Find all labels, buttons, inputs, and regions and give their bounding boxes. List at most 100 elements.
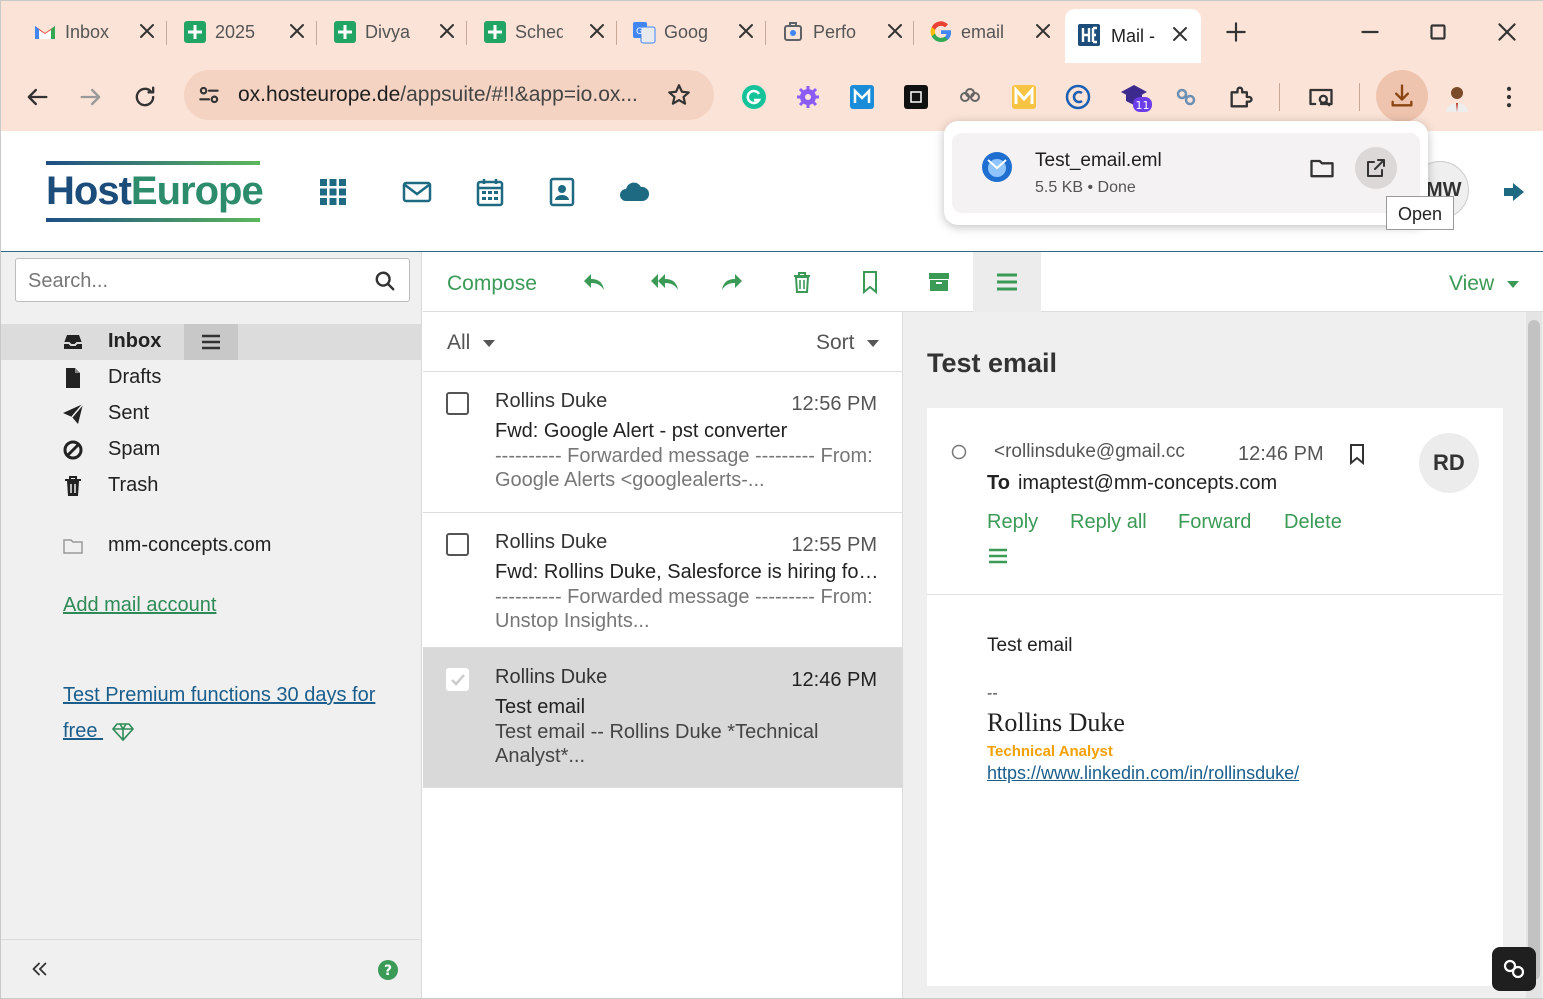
reading-pane-scrollbar[interactable] xyxy=(1526,312,1542,998)
graduation-extension-icon[interactable]: 11 xyxy=(1119,81,1153,115)
sender-address[interactable]: <rollinsduke@gmail.cc xyxy=(994,441,1190,463)
tab-performance[interactable]: Perfo xyxy=(781,12,902,52)
folder-label: mm-concepts.com xyxy=(108,534,272,556)
search-input[interactable]: Search... xyxy=(15,258,410,302)
calendar-app-icon[interactable] xyxy=(475,177,505,207)
m-extension-icon[interactable] xyxy=(849,84,875,110)
close-icon[interactable] xyxy=(735,20,757,42)
tab-sheet-2025[interactable]: 2025 xyxy=(183,12,304,52)
site-settings-icon[interactable] xyxy=(196,82,222,108)
message-checkbox[interactable] xyxy=(446,533,469,556)
bookmark-star-icon[interactable] xyxy=(666,82,692,108)
folder-trash[interactable]: Trash xyxy=(1,468,422,504)
open-file-button[interactable] xyxy=(1355,147,1397,189)
grammarly-icon[interactable] xyxy=(741,84,767,110)
delete-icon[interactable] xyxy=(789,269,815,295)
collapse-sidebar-icon[interactable] xyxy=(28,958,50,980)
help-icon[interactable]: ? xyxy=(377,959,399,981)
tab-google-search-email[interactable]: email xyxy=(929,12,1050,52)
browser-menu-icon[interactable] xyxy=(1495,83,1523,111)
folder-spam[interactable]: Spam xyxy=(1,432,422,468)
tab-hosteurope-mail[interactable]: Mail - xyxy=(1065,9,1201,63)
folder-sent[interactable]: Sent xyxy=(1,396,422,432)
close-icon[interactable] xyxy=(1032,20,1054,42)
mail-app-icon[interactable] xyxy=(402,177,432,207)
forward-mail-icon[interactable] xyxy=(719,269,745,295)
close-icon[interactable] xyxy=(286,20,308,42)
chain-extension-icon[interactable] xyxy=(957,84,983,110)
reply-all-icon[interactable] xyxy=(650,269,680,295)
flag-bookmark-icon[interactable] xyxy=(857,269,883,295)
hosteurope-logo[interactable]: HostEurope xyxy=(46,161,264,223)
add-mail-account-link[interactable]: Add mail account xyxy=(63,594,216,617)
folder-inbox[interactable]: Inbox xyxy=(1,324,422,360)
c-extension-icon[interactable] xyxy=(1065,84,1091,110)
logout-icon[interactable] xyxy=(1500,178,1528,206)
tab-sheet-divya[interactable]: Divya xyxy=(333,12,454,52)
filter-dropdown[interactable]: All xyxy=(447,331,496,355)
profile-avatar[interactable] xyxy=(1441,81,1473,113)
close-icon[interactable] xyxy=(884,20,906,42)
sheets-icon xyxy=(484,21,506,43)
search-icon[interactable] xyxy=(374,270,396,292)
apps-grid-icon[interactable] xyxy=(318,177,348,207)
link-extension-icon[interactable] xyxy=(1173,84,1199,110)
message-checkbox[interactable] xyxy=(446,392,469,415)
list-item[interactable]: Rollins Duke 12:46 PM Test email Test em… xyxy=(423,648,903,788)
diamond-icon xyxy=(111,722,135,741)
unread-toggle-icon[interactable] xyxy=(951,444,967,460)
signature-linkedin-link[interactable]: https://www.linkedin.com/in/rollinsduke/ xyxy=(987,763,1299,784)
premium-trial-link[interactable]: Test Premium functions 30 days for free xyxy=(63,677,393,749)
close-icon[interactable] xyxy=(1169,23,1191,45)
new-tab-icon[interactable] xyxy=(1223,19,1249,45)
close-icon[interactable] xyxy=(136,20,158,42)
tab-google-translate[interactable]: G Goog xyxy=(632,12,753,52)
extensions-puzzle-icon[interactable] xyxy=(1227,83,1255,111)
minimize-icon[interactable] xyxy=(1357,19,1383,45)
download-item[interactable]: Test_email.eml 5.5 KB • Done xyxy=(952,133,1420,213)
forward-icon[interactable] xyxy=(77,83,105,111)
close-icon[interactable] xyxy=(436,20,458,42)
delete-link[interactable]: Delete xyxy=(1284,511,1342,534)
address-bar[interactable]: ox.hosteurope.de/appsuite/#!!&app=io.ox.… xyxy=(184,70,714,120)
reply-link[interactable]: Reply xyxy=(987,511,1038,534)
yellow-m-extension-icon[interactable] xyxy=(1011,84,1037,110)
sort-dropdown[interactable]: Sort xyxy=(816,331,880,355)
reload-icon[interactable] xyxy=(131,83,159,111)
folder-mm-concepts[interactable]: mm-concepts.com xyxy=(1,528,422,564)
download-icon xyxy=(1391,84,1413,107)
tab-gmail-inbox[interactable]: Inbox xyxy=(33,12,154,52)
folder-drafts[interactable]: Drafts xyxy=(1,360,422,396)
settings-extension-icon[interactable] xyxy=(795,84,821,110)
close-icon[interactable] xyxy=(586,20,608,42)
floating-link-button[interactable] xyxy=(1492,947,1536,991)
archive-icon[interactable] xyxy=(926,269,952,295)
dark-box-extension-icon[interactable] xyxy=(903,84,929,110)
maximize-icon[interactable] xyxy=(1425,19,1451,45)
contacts-app-icon[interactable] xyxy=(547,177,577,207)
search-tabs-icon[interactable] xyxy=(1307,83,1335,111)
window-close-icon[interactable] xyxy=(1494,19,1520,45)
drive-cloud-icon[interactable] xyxy=(618,177,650,207)
drafts-icon xyxy=(66,368,80,388)
downloads-button[interactable] xyxy=(1376,70,1428,122)
back-icon[interactable] xyxy=(23,83,51,111)
tab-sheet-schedule[interactable]: Sched xyxy=(483,12,604,52)
forward-link[interactable]: Forward xyxy=(1178,511,1251,534)
recipient-address[interactable]: imaptest@mm-concepts.com xyxy=(1018,472,1277,494)
view-dropdown[interactable]: View xyxy=(1449,272,1520,296)
menu-icon[interactable] xyxy=(987,546,1009,566)
reply-icon[interactable] xyxy=(581,269,607,295)
signature-separator: -- xyxy=(987,685,998,702)
show-in-folder-icon[interactable] xyxy=(1308,154,1336,182)
compose-button[interactable]: Compose xyxy=(447,272,537,296)
list-item[interactable]: Rollins Duke 12:55 PM Fwd: Rollins Duke,… xyxy=(423,513,903,648)
reply-all-link[interactable]: Reply all xyxy=(1070,511,1147,534)
flag-bookmark-icon[interactable] xyxy=(1346,443,1368,465)
signature-name: Rollins Duke xyxy=(987,708,1125,737)
message-checkbox-checked[interactable] xyxy=(446,668,469,691)
more-actions-button[interactable] xyxy=(973,252,1041,312)
folder-menu-button[interactable] xyxy=(184,324,238,360)
menu-icon xyxy=(997,273,1017,291)
list-item[interactable]: Rollins Duke 12:56 PM Fwd: Google Alert … xyxy=(423,372,903,513)
